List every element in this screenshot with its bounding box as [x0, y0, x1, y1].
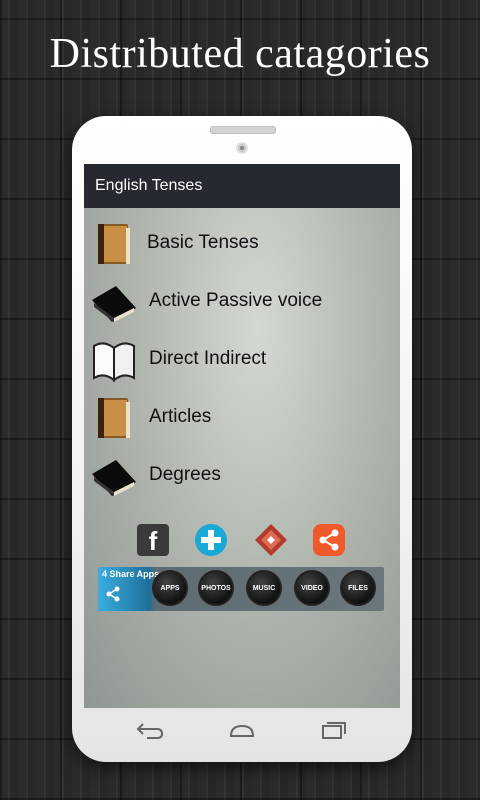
app-promo-button[interactable] [254, 523, 288, 557]
menu-item-label: Articles [149, 406, 212, 427]
facebook-icon: f [137, 524, 169, 556]
menu-item-articles[interactable]: Articles [84, 388, 400, 446]
promo-headline: Distributed catagories [49, 31, 431, 77]
recent-apps-icon[interactable] [318, 718, 348, 742]
brown-book-icon [98, 398, 130, 438]
ad-chip-video[interactable]: VIDEO [294, 570, 330, 606]
phone-frame: English Tenses Basic Tenses Active Passi… [72, 116, 412, 762]
app-screen: English Tenses Basic Tenses Active Passi… [84, 164, 400, 708]
share-icon [106, 586, 120, 602]
social-buttons: f [84, 523, 400, 559]
menu-item-label: Direct Indirect [149, 348, 267, 369]
phone-nav-bar [72, 714, 412, 750]
ad-chip-photos[interactable]: PHOTOS [198, 570, 234, 606]
facebook-button[interactable]: f [136, 523, 170, 557]
brown-book-icon [98, 224, 130, 264]
menu-item-basic-tenses[interactable]: Basic Tenses [84, 214, 400, 272]
share-icon [313, 524, 345, 556]
add-button[interactable] [194, 523, 228, 557]
home-icon[interactable] [227, 718, 257, 742]
ad-chip-files[interactable]: FILES [340, 570, 376, 606]
phone-camera [236, 142, 248, 154]
open-book-icon [93, 342, 135, 383]
svg-text:f: f [149, 526, 158, 556]
share-button[interactable] [312, 523, 346, 557]
menu-item-label: Degrees [149, 464, 221, 485]
diamond-icon [255, 524, 287, 556]
phone-speaker [210, 126, 276, 134]
menu-item-degrees[interactable]: Degrees [84, 446, 400, 504]
menu-item-label: Active Passive voice [149, 290, 323, 311]
app-title: English Tenses [95, 177, 203, 194]
ad-title: 4 Share Apps [102, 569, 160, 579]
app-bar: English Tenses [84, 164, 400, 208]
plus-icon [195, 524, 227, 556]
black-book-icon [92, 460, 136, 496]
menu-item-direct-indirect[interactable]: Direct Indirect [84, 330, 400, 388]
menu-item-label: Basic Tenses [147, 232, 259, 253]
black-book-icon [92, 286, 136, 322]
ad-chip-music[interactable]: MUSIC [246, 570, 282, 606]
category-list: Basic Tenses Active Passive voice Direct… [84, 208, 400, 504]
menu-item-active-passive[interactable]: Active Passive voice [84, 272, 400, 330]
ad-banner[interactable]: 4 Share Apps APPS PHOTOS MUSIC VIDEO FIL… [98, 567, 384, 611]
ad-chip-apps[interactable]: APPS [152, 570, 188, 606]
back-icon[interactable] [135, 718, 165, 742]
